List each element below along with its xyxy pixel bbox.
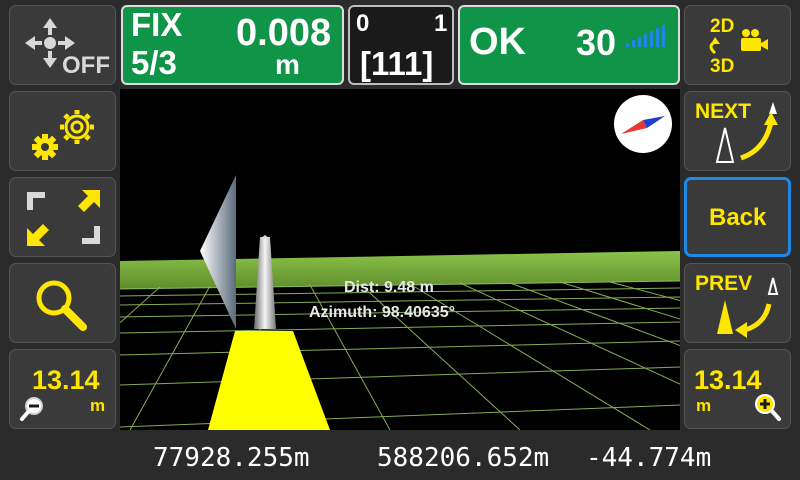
search-magnifier-icon (36, 280, 87, 331)
fix-status-panel: FIX 5/3 0.008 m (121, 5, 344, 85)
zoom-in-icon (755, 394, 781, 421)
zoom-in-button[interactable]: 13.14 m (684, 349, 791, 429)
distance-readout: Dist: 9.48 m (344, 279, 434, 296)
view-mode-toggle-button[interactable]: 2D 3D (684, 5, 791, 85)
next-point-button[interactable]: NEXT (684, 91, 791, 171)
signal-bars-icon (626, 25, 665, 47)
easting-coordinate: 588206.652m (377, 443, 550, 473)
elevation-coordinate: -44.774m (586, 443, 712, 473)
counter-right: 1 (434, 10, 448, 37)
fullscreen-button[interactable] (9, 177, 116, 257)
next-point-icon (715, 102, 778, 163)
fix-status-label: FIX (131, 6, 183, 43)
settings-button[interactable] (9, 91, 116, 171)
compass-icon[interactable] (613, 94, 673, 154)
back-label: Back (709, 204, 767, 231)
zoom-out-button[interactable]: 13.14 m (9, 349, 116, 429)
satellite-count: 30 (576, 22, 617, 63)
ground-grid (120, 175, 680, 430)
counter-code: [111] (360, 45, 434, 82)
stakeout-3d-view[interactable]: Dist: 9.48 m Azimuth: 98.40635° (120, 89, 680, 430)
prev-point-icon (717, 277, 779, 338)
status-ok-label: OK (469, 21, 526, 63)
move-toggle-button[interactable]: OFF (9, 5, 116, 85)
expand-arrows-icon (27, 190, 100, 246)
azimuth-readout: Azimuth: 98.40635° (309, 304, 456, 321)
back-button[interactable]: Back (684, 177, 791, 257)
counter-panel: 0 1 [111] (348, 5, 454, 85)
prev-point-button[interactable]: PREV (684, 263, 791, 343)
fix-ratio-label: 5/3 (131, 44, 177, 81)
camera-icon (741, 29, 768, 51)
counter-left: 0 (356, 10, 370, 37)
move-off-label: OFF (62, 52, 110, 79)
precision-unit: m (275, 49, 300, 80)
satellite-status-panel: OK 30 (458, 5, 680, 85)
zoom-out-icon (20, 397, 43, 421)
search-button[interactable] (9, 263, 116, 343)
settings-gears-icon (32, 110, 94, 160)
northing-coordinate: 77928.255m (153, 443, 310, 473)
